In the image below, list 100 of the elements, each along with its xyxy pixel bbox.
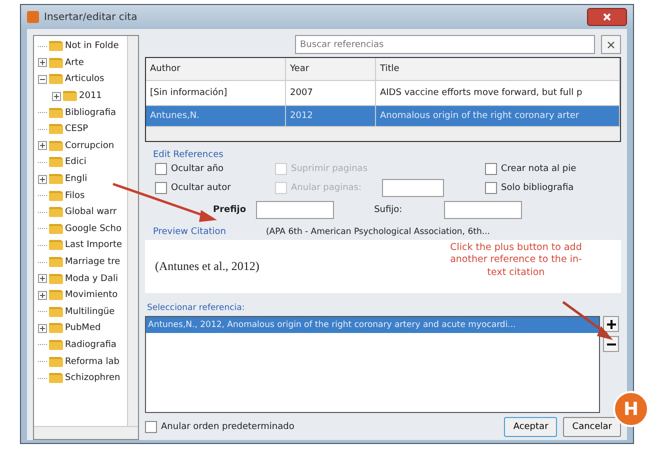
preview-label: Preview Citation xyxy=(153,227,226,238)
checkbox-label: Crear nota al pie xyxy=(501,164,576,174)
expand-icon[interactable] xyxy=(52,92,61,101)
column-header[interactable]: Title xyxy=(376,58,620,80)
checkbox[interactable] xyxy=(145,420,157,433)
citation-style: (APA 6th - American Psychological Association, 6th... xyxy=(266,227,490,238)
tree-item[interactable]: Radiografia xyxy=(65,340,116,350)
checkbox[interactable] xyxy=(485,163,497,176)
tree-item[interactable]: Filos xyxy=(65,190,85,201)
checkbox-label: Solo bibliografia xyxy=(501,183,574,194)
column-header[interactable]: Year xyxy=(286,58,376,80)
tree-item[interactable]: Multilingüe xyxy=(65,306,115,317)
clear-button[interactable] xyxy=(601,35,621,54)
citation-preview: (Antunes et al., 2012) xyxy=(155,259,260,274)
tree-item[interactable]: Edici xyxy=(65,157,86,168)
folder-icon xyxy=(49,190,63,201)
tree-item[interactable]: Global warr xyxy=(65,207,117,218)
pages-field[interactable] xyxy=(382,179,444,198)
checkbox[interactable] xyxy=(155,182,167,194)
horizontal-scrollbar[interactable] xyxy=(146,127,620,142)
tree-item[interactable]: Bibliografia xyxy=(65,108,116,118)
table-cell: [Sin información] xyxy=(146,81,286,106)
folder-icon xyxy=(49,257,63,268)
folder-icon xyxy=(63,91,77,102)
folder-icon xyxy=(49,174,63,184)
folder-icon xyxy=(49,108,63,118)
checkbox-label: Ocultar año xyxy=(171,164,224,174)
prefix-label: Prefijo xyxy=(213,205,246,216)
tree-item[interactable]: 2011 xyxy=(79,91,102,102)
folder-icon xyxy=(49,323,63,334)
remove-button[interactable] xyxy=(603,336,619,352)
search-field[interactable]: Buscar referencias xyxy=(295,35,595,54)
expand-icon[interactable] xyxy=(38,324,47,333)
checkbox-label: Suprimir paginas xyxy=(291,164,368,174)
checkbox-label: Ocultar autor xyxy=(171,183,231,194)
tree-item[interactable]: Movimiento xyxy=(65,290,118,300)
expand-icon[interactable] xyxy=(38,274,47,284)
folder-icon xyxy=(49,74,63,84)
window-title: Insertar/editar cita xyxy=(44,12,138,22)
tree-item[interactable]: Google Scho xyxy=(65,224,122,234)
table-cell: AIDS vaccine efforts move forward, but full p xyxy=(376,81,620,106)
table-cell: 2012 xyxy=(286,106,376,126)
expand-icon[interactable] xyxy=(38,141,47,150)
tree-item[interactable]: Reforma lab xyxy=(65,356,120,367)
list-label: Seleccionar referencia: xyxy=(147,303,246,314)
checkbox[interactable] xyxy=(485,182,497,194)
list-item[interactable]: Antunes,N., 2012, Anomalous origin of the right coronary artery and acute myocardi... xyxy=(146,317,599,334)
folder-icon xyxy=(49,157,63,168)
folder-icon xyxy=(49,124,63,134)
minus-icon xyxy=(606,342,616,346)
checkbox-label: Anular orden predeterminado xyxy=(161,422,294,432)
folder-icon xyxy=(49,274,63,284)
folder-icon xyxy=(49,58,63,68)
horizontal-scrollbar[interactable] xyxy=(34,426,138,439)
tree-item[interactable]: Moda y Dali xyxy=(65,274,118,284)
arrow-annotation xyxy=(561,300,615,342)
dialog-button[interactable]: Aceptar xyxy=(504,416,558,437)
tree-item[interactable]: Corrupcion xyxy=(65,140,114,151)
tree-item[interactable]: Articulos xyxy=(65,74,104,84)
table-cell: Anomalous origin of the right coronary arter xyxy=(376,106,620,126)
suffix-field[interactable] xyxy=(444,201,522,220)
app-icon xyxy=(27,11,39,23)
tree-item[interactable]: Marriage tre xyxy=(65,257,120,268)
plus-icon xyxy=(606,320,616,329)
close-icon xyxy=(602,12,612,22)
expand-icon[interactable] xyxy=(38,58,47,68)
folder-icon xyxy=(49,240,63,250)
checkbox-label: Anular paginas: xyxy=(291,183,362,194)
scrollbar[interactable] xyxy=(127,36,138,426)
expand-icon[interactable] xyxy=(38,174,47,184)
close-button[interactable] xyxy=(587,8,627,26)
prefix-field[interactable] xyxy=(256,201,334,220)
dialog-button[interactable]: Cancelar xyxy=(563,416,621,437)
folder-icon xyxy=(49,140,63,151)
folder-icon xyxy=(49,340,63,350)
table-cell: 2007 xyxy=(286,81,376,106)
tree-item[interactable]: CESP xyxy=(65,124,88,134)
collapse-icon[interactable] xyxy=(38,74,47,84)
annotation-text: Click the plus button to add another reference to the in-text citation xyxy=(449,242,583,280)
step-badge: H xyxy=(613,391,649,427)
table-cell: Antunes,N. xyxy=(146,106,286,126)
folder-icon xyxy=(49,224,63,234)
tree-item[interactable]: Engli xyxy=(65,174,88,184)
tree-item[interactable]: Not in Folde xyxy=(65,41,119,52)
folder-icon xyxy=(49,306,63,317)
folder-icon xyxy=(49,207,63,218)
suffix-label: Sufijo: xyxy=(374,205,404,216)
folder-icon xyxy=(49,290,63,300)
folder-icon xyxy=(49,41,63,52)
checkbox[interactable] xyxy=(155,163,167,176)
expand-icon[interactable] xyxy=(38,290,47,300)
tree-item[interactable]: Arte xyxy=(65,58,84,68)
column-header[interactable]: Author xyxy=(146,58,286,80)
folder-icon xyxy=(49,356,63,367)
add-button[interactable] xyxy=(603,316,619,332)
tree-item[interactable]: PubMed xyxy=(65,323,101,334)
section-heading: Edit References xyxy=(153,150,224,160)
tree-item[interactable]: Schizophren xyxy=(65,373,120,384)
close-icon xyxy=(607,40,615,49)
tree-item[interactable]: Last Importe xyxy=(65,240,122,250)
